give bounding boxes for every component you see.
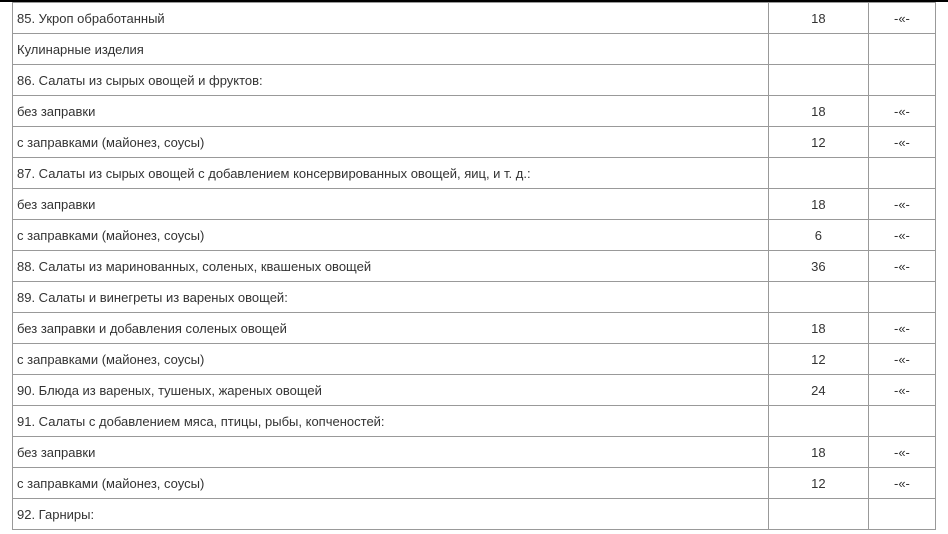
item-mark-cell [868,406,935,437]
item-mark-cell: -«- [868,220,935,251]
item-mark-cell: -«- [868,375,935,406]
item-name-cell: 87. Салаты из сырых овощей с добавлением… [13,158,769,189]
item-mark-cell: -«- [868,313,935,344]
item-mark-cell [868,34,935,65]
table-row: без заправки и добавления соленых овощей… [13,313,936,344]
item-mark-cell: -«- [868,468,935,499]
table-row: с заправками (майонез, соусы) 12 -«- [13,127,936,158]
item-name-cell: с заправками (майонез, соусы) [13,220,769,251]
item-value-cell [768,406,868,437]
table-row: 88. Салаты из маринованных, соленых, ква… [13,251,936,282]
section-header-cell: Кулинарные изделия [13,34,769,65]
item-value-cell: 12 [768,468,868,499]
item-name-cell: 86. Салаты из сырых овощей и фруктов: [13,65,769,96]
item-value-cell: 24 [768,375,868,406]
item-value-cell [768,499,868,530]
table-row: с заправками (майонез, соусы) 12 -«- [13,468,936,499]
item-mark-cell: -«- [868,251,935,282]
table-row: Кулинарные изделия [13,34,936,65]
item-mark-cell: -«- [868,96,935,127]
item-name-cell: 85. Укроп обработанный [13,3,769,34]
item-name-cell: 88. Салаты из маринованных, соленых, ква… [13,251,769,282]
item-value-cell: 18 [768,313,868,344]
item-name-cell: с заправками (майонез, соусы) [13,127,769,158]
item-name-cell: 90. Блюда из вареных, тушеных, жареных о… [13,375,769,406]
table-row: 87. Салаты из сырых овощей с добавлением… [13,158,936,189]
item-name-cell: 89. Салаты и винегреты из вареных овощей… [13,282,769,313]
item-value-cell [768,282,868,313]
item-mark-cell [868,282,935,313]
item-name-cell: без заправки [13,189,769,220]
document-page: 85. Укроп обработанный 18 -«- Кулинарные… [0,0,948,534]
table-row: с заправками (майонез, соусы) 6 -«- [13,220,936,251]
item-mark-cell: -«- [868,3,935,34]
table-row: 90. Блюда из вареных, тушеных, жареных о… [13,375,936,406]
table-row: 89. Салаты и винегреты из вареных овощей… [13,282,936,313]
item-name-cell: без заправки [13,96,769,127]
item-value-cell: 18 [768,96,868,127]
item-value-cell [768,158,868,189]
table-row: 86. Салаты из сырых овощей и фруктов: [13,65,936,96]
item-name-cell: с заправками (майонез, соусы) [13,468,769,499]
table-row: без заправки 18 -«- [13,437,936,468]
item-value-cell [768,34,868,65]
table-row: с заправками (майонез, соусы) 12 -«- [13,344,936,375]
table-row: 92. Гарниры: [13,499,936,530]
item-name-cell: 91. Салаты с добавлением мяса, птицы, ры… [13,406,769,437]
item-value-cell: 18 [768,3,868,34]
storage-table: 85. Укроп обработанный 18 -«- Кулинарные… [12,2,936,530]
item-value-cell [768,65,868,96]
item-value-cell: 12 [768,344,868,375]
item-value-cell: 18 [768,437,868,468]
table-row: 91. Салаты с добавлением мяса, птицы, ры… [13,406,936,437]
item-value-cell: 36 [768,251,868,282]
table-row: 85. Укроп обработанный 18 -«- [13,3,936,34]
item-mark-cell [868,158,935,189]
item-mark-cell: -«- [868,127,935,158]
table-row: без заправки 18 -«- [13,189,936,220]
item-value-cell: 12 [768,127,868,158]
item-mark-cell: -«- [868,189,935,220]
table-row: без заправки 18 -«- [13,96,936,127]
item-mark-cell [868,499,935,530]
item-mark-cell: -«- [868,437,935,468]
item-mark-cell: -«- [868,344,935,375]
item-name-cell: с заправками (майонез, соусы) [13,344,769,375]
item-name-cell: без заправки и добавления соленых овощей [13,313,769,344]
item-name-cell: 92. Гарниры: [13,499,769,530]
item-mark-cell [868,65,935,96]
item-name-cell: без заправки [13,437,769,468]
item-value-cell: 18 [768,189,868,220]
item-value-cell: 6 [768,220,868,251]
